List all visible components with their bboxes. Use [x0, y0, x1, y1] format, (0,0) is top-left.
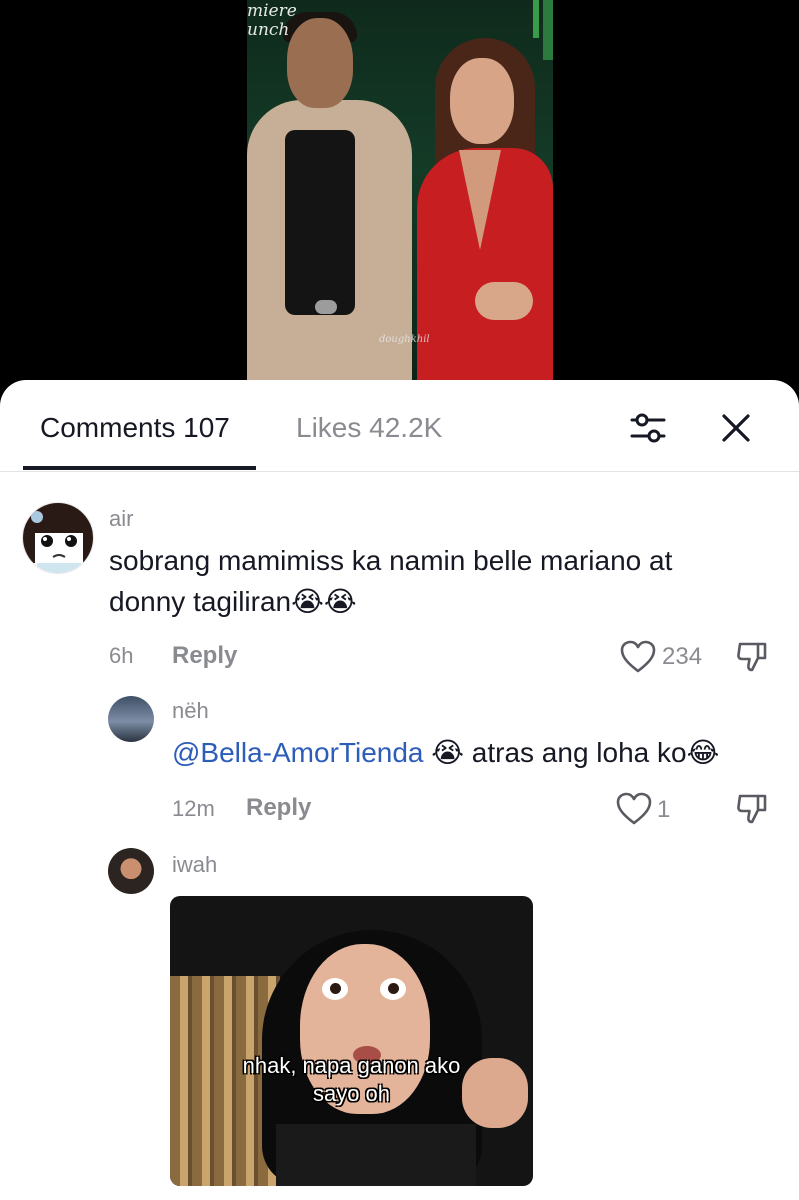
watermark-line: unch [247, 20, 290, 40]
heart-icon[interactable] [616, 792, 652, 826]
gif-person-eye [380, 978, 406, 1000]
comment-username[interactable]: nëh [172, 698, 209, 724]
mention-link[interactable]: @Bella-AmorTienda [172, 737, 423, 768]
reply-button[interactable]: Reply [246, 794, 311, 822]
comment-text-body: atras ang loha ko [471, 737, 687, 768]
dislike-icon[interactable] [734, 790, 770, 826]
video-person-hands [475, 282, 533, 320]
avatar[interactable] [108, 848, 154, 894]
filter-icon[interactable] [626, 406, 670, 450]
comment-username[interactable]: air [109, 506, 133, 532]
video-microphone [315, 300, 337, 314]
heart-icon[interactable] [620, 640, 656, 674]
gif-person-eye [322, 978, 348, 1000]
video-plant [533, 0, 539, 38]
reply-button[interactable]: Reply [172, 642, 237, 670]
comment-gif[interactable]: nhak, napa ganon ako sayo oh [170, 896, 533, 1186]
close-icon[interactable] [716, 408, 756, 448]
gif-caption-line: sayo oh [312, 1081, 391, 1106]
video-person-head [287, 18, 353, 108]
comment-username[interactable]: iwah [172, 852, 217, 878]
video-player[interactable]: miere unch doughkhil [0, 0, 799, 400]
active-tab-indicator [23, 466, 256, 470]
laughing-emoji: 😂 [686, 736, 720, 769]
like-count: 234 [662, 643, 703, 670]
avatar[interactable] [108, 696, 154, 742]
like-count: 1 [657, 796, 671, 823]
dislike-icon[interactable] [734, 638, 770, 674]
comments-panel: Comments 107 Likes 42.2K air sobrang mam… [0, 380, 799, 1200]
tab-bar: Comments 107 Likes 42.2K [0, 380, 799, 472]
comment-text: @Bella-AmorTienda 😭 atras ang loha ko😂 [172, 732, 792, 773]
comment-timestamp: 6h [109, 643, 134, 668]
video-person-head [450, 58, 514, 144]
crying-emoji: 😭😭 [291, 585, 357, 618]
crying-emoji: 😭 [431, 736, 464, 769]
avatar-illustration [23, 503, 93, 573]
comment-text-body: sobrang mamimiss ka namin belle mariano … [109, 545, 673, 617]
gif-person-body [276, 1124, 476, 1186]
gif-caption: nhak, napa ganon ako sayo oh [170, 1052, 533, 1108]
comment-timestamp: 12m [172, 796, 215, 821]
comment-text: sobrang mamimiss ka namin belle mariano … [109, 540, 749, 622]
video-watermark-text: miere unch [247, 2, 297, 40]
video-signature: doughkhil [379, 334, 430, 345]
watermark-line: miere [247, 1, 297, 21]
video-person-shirt [285, 130, 355, 315]
gif-caption-line: nhak, napa ganon ako [242, 1053, 461, 1078]
video-frame: miere unch doughkhil [247, 0, 553, 380]
tab-likes[interactable]: Likes 42.2K [296, 412, 442, 444]
tab-comments[interactable]: Comments 107 [40, 412, 230, 444]
avatar[interactable] [22, 502, 94, 574]
video-plant [543, 0, 553, 60]
